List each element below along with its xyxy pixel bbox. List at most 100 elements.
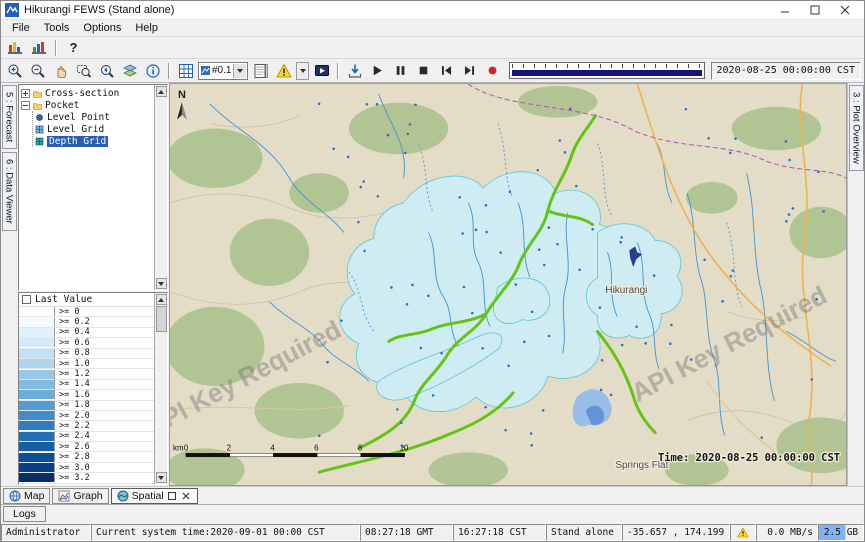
help-button[interactable]: ?: [63, 38, 84, 58]
threshold-dropdown-button[interactable]: [233, 64, 246, 78]
tab-plot-overview[interactable]: 3 : Plot Overview: [849, 85, 864, 171]
tab-spatial[interactable]: Spatial: [111, 488, 198, 504]
status-warning[interactable]: [730, 524, 756, 541]
tree-scrollbar[interactable]: [154, 85, 167, 290]
layers-button[interactable]: [119, 61, 140, 81]
gauge-dot: [537, 169, 540, 172]
gauge-dot: [326, 361, 329, 364]
tree-item-level-grid[interactable]: Level Grid: [35, 123, 154, 135]
gauge-dot: [485, 204, 488, 207]
scroll-document-button[interactable]: [250, 61, 271, 81]
scroll-down-icon[interactable]: [156, 278, 167, 289]
tree-item-cross-section[interactable]: Cross-section: [21, 87, 154, 99]
tab-graph-label: Graph: [73, 490, 102, 502]
tree-item-level-point[interactable]: Level Point: [35, 111, 154, 123]
collapse-icon[interactable]: [21, 101, 30, 110]
legend-scrollbar[interactable]: [154, 293, 167, 484]
timeline-slider[interactable]: [509, 62, 704, 79]
thresholds-warning-button[interactable]: [273, 61, 294, 81]
tab-forecast[interactable]: 5 : Forecast: [2, 85, 17, 149]
map-canvas[interactable]: Hikurangi Springs Flat API Key Required …: [170, 84, 846, 485]
zoom-in-button[interactable]: [4, 61, 25, 81]
logs-button[interactable]: Logs: [3, 506, 46, 522]
tree-label[interactable]: Cross-section: [45, 88, 119, 99]
gauge-dot: [530, 444, 533, 447]
minimize-button[interactable]: [770, 2, 800, 19]
menu-file[interactable]: File: [5, 21, 37, 35]
scale-tick: 0: [184, 443, 189, 452]
legend-panel: Last Value >= 0>= 0.2>= 0.4>= 0.6>= 0.8>…: [18, 292, 168, 485]
pause-icon: [394, 64, 407, 77]
float-panel-button[interactable]: [167, 491, 178, 502]
gauge-dot: [610, 394, 613, 397]
spatial-map-view[interactable]: Hikurangi Springs Flat API Key Required …: [169, 83, 847, 486]
tab-map[interactable]: Map: [3, 488, 50, 504]
main-area: 5 : Forecast 6 : Data Viewer Cross-secti…: [1, 83, 864, 486]
layer-tree: Cross-section Pocket Level Point: [19, 85, 154, 290]
app-icon: [5, 3, 19, 17]
legend-swatch: [19, 390, 55, 399]
zoom-out-button[interactable]: [27, 61, 48, 81]
toolbar-separator: [55, 40, 57, 56]
tree-item-depth-grid[interactable]: Depth Grid: [35, 135, 154, 147]
stop-button[interactable]: [413, 61, 434, 81]
database-explorer-button[interactable]: [4, 38, 25, 58]
skip-to-start-button[interactable]: [436, 61, 457, 81]
pause-button[interactable]: [390, 61, 411, 81]
info-button[interactable]: [142, 61, 163, 81]
gauge-dot: [390, 286, 393, 289]
tab-graph[interactable]: Graph: [52, 488, 108, 504]
zoom-rectangle-button[interactable]: [73, 61, 94, 81]
gauge-dot: [471, 312, 474, 315]
chevron-down-icon: [237, 69, 243, 73]
status-local-time: 16:27:18 CST: [453, 524, 546, 541]
legend-header: Last Value: [19, 293, 154, 307]
gauge-dot: [530, 432, 533, 435]
gauge-dot: [548, 335, 551, 338]
float-icon: [168, 492, 176, 500]
scroll-down-icon[interactable]: [156, 472, 167, 483]
export-animation-button[interactable]: [344, 61, 365, 81]
last-value-checkbox[interactable]: [22, 295, 31, 304]
map-time-label: Time: 2020-08-25 00:00:00 CST: [658, 452, 840, 464]
menu-tools[interactable]: Tools: [37, 21, 77, 35]
forecast-dialog-button[interactable]: [28, 38, 49, 58]
forecast-bars-icon: [31, 40, 47, 56]
tree-label[interactable]: Level Grid: [47, 124, 104, 135]
tree-item-pocket[interactable]: Pocket: [21, 99, 154, 111]
scroll-up-icon[interactable]: [156, 294, 167, 305]
threshold-combo[interactable]: #0.1: [198, 62, 248, 80]
tab-data-viewer[interactable]: 6 : Data Viewer: [2, 152, 17, 231]
main-toolbar: ?: [1, 37, 864, 59]
tree-children: Level Point Level Grid Depth Grid: [32, 111, 154, 147]
legend-swatch: [19, 307, 55, 316]
timeline-bar[interactable]: [512, 70, 701, 76]
grid-display-button[interactable]: [175, 61, 196, 81]
expand-icon[interactable]: [21, 89, 30, 98]
gauge-dot: [463, 286, 466, 289]
maximize-button[interactable]: [800, 2, 830, 19]
legend-row: >= 1.0: [19, 359, 154, 369]
scroll-thumb[interactable]: [156, 306, 167, 332]
scroll-up-icon[interactable]: [156, 86, 167, 97]
record-button[interactable]: [482, 61, 503, 81]
tree-label[interactable]: Pocket: [45, 100, 79, 111]
play-button[interactable]: [367, 61, 388, 81]
menu-options[interactable]: Options: [76, 21, 128, 35]
menu-help[interactable]: Help: [128, 21, 165, 35]
animation-display-button[interactable]: [311, 61, 332, 81]
gauge-dot: [810, 378, 813, 381]
tree-label[interactable]: Depth Grid: [47, 136, 108, 147]
previous-zoom-button[interactable]: [96, 61, 117, 81]
gauge-dot: [499, 251, 502, 254]
skip-to-end-button[interactable]: [459, 61, 480, 81]
gauge-dot: [481, 347, 484, 350]
pan-button[interactable]: [50, 61, 71, 81]
status-coordinates: -35.657 , 174.199: [622, 524, 730, 541]
warning-dropdown-button[interactable]: [296, 62, 309, 80]
menu-bar: File Tools Options Help: [1, 20, 864, 37]
toolbar-separator: [337, 63, 339, 79]
close-panel-button[interactable]: [181, 491, 192, 502]
tree-label[interactable]: Level Point: [47, 112, 110, 123]
close-button[interactable]: [830, 2, 860, 19]
